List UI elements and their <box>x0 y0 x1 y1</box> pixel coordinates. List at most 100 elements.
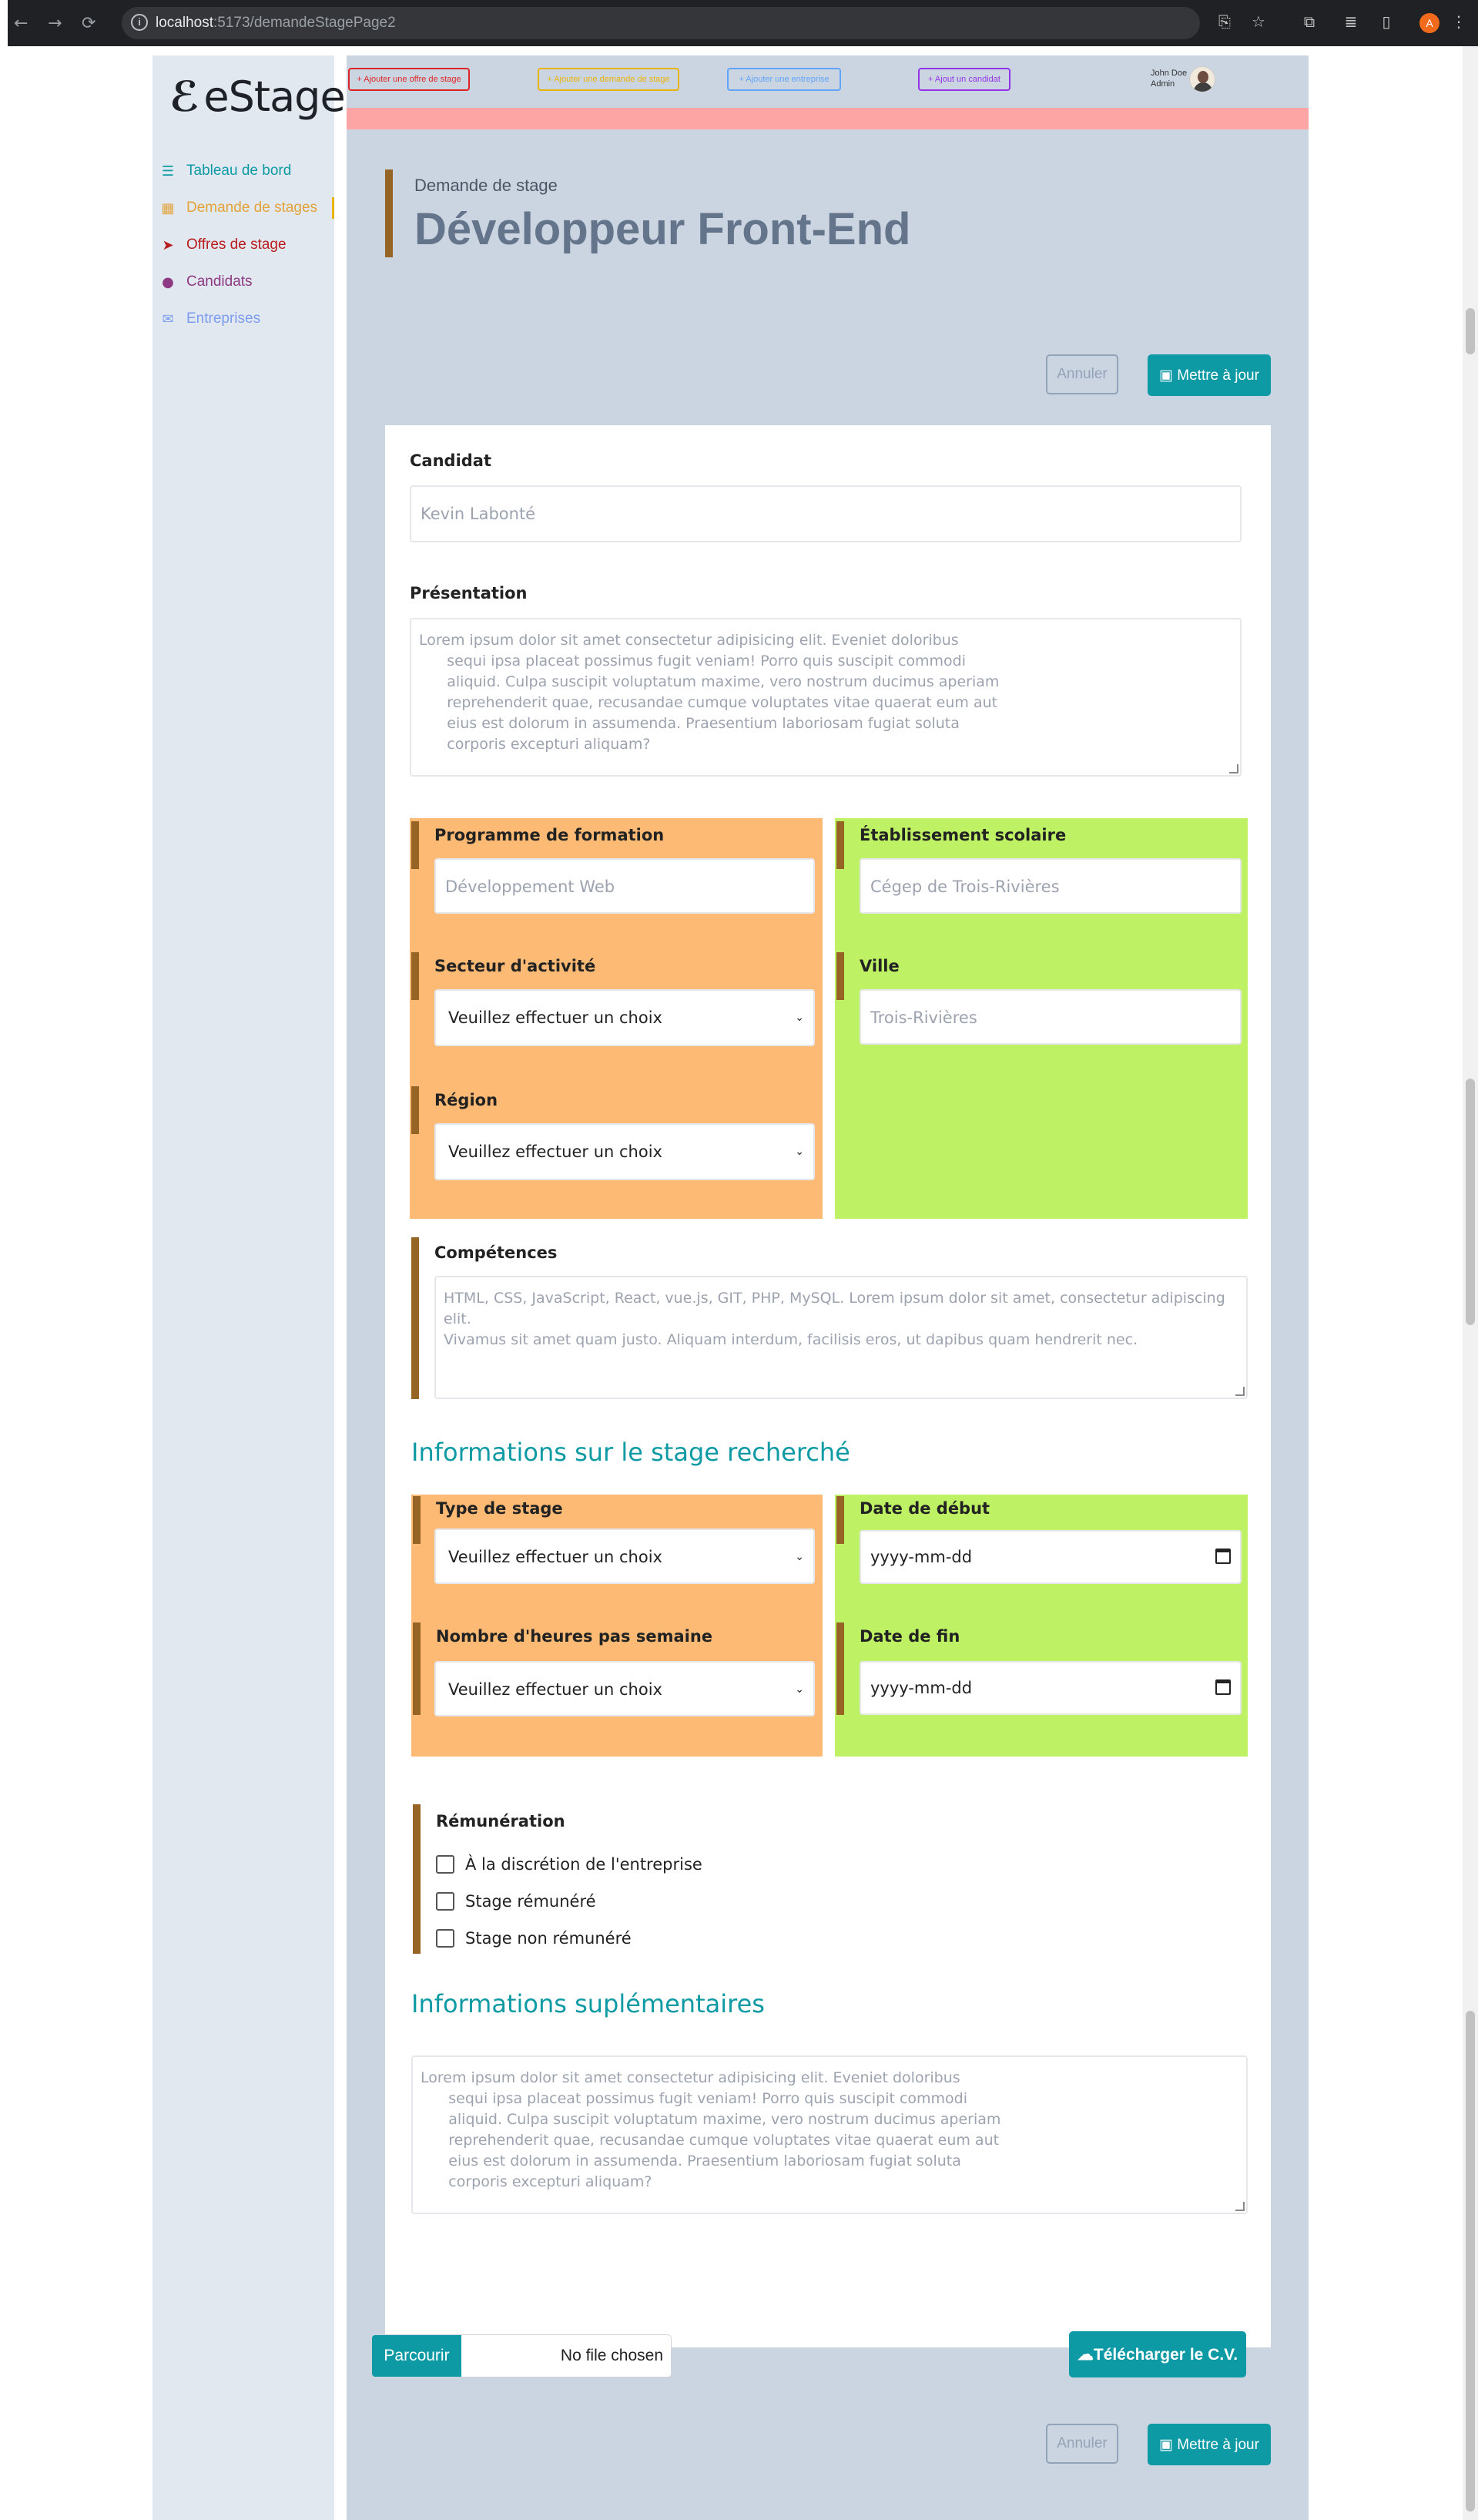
side-panel-icon[interactable]: ▯ <box>1376 11 1397 32</box>
forward-icon[interactable]: → <box>48 14 62 33</box>
extensions-icon[interactable]: ⧉ <box>1299 11 1320 32</box>
sidebar-item-tableau-de-bord[interactable]: ☰ Tableau de bord <box>152 153 334 190</box>
site-info-icon[interactable]: i <box>131 14 148 31</box>
checkbox[interactable] <box>436 1929 454 1948</box>
sidebar-item-offres-de-stage[interactable]: ➤ Offres de stage <box>152 226 334 263</box>
cv-file-input[interactable]: Parcourir No file chosen <box>371 2334 672 2377</box>
resize-grip-icon[interactable] <box>1235 2202 1245 2211</box>
candidat-input[interactable]: Kevin Labonté <box>410 485 1242 542</box>
option-label: Stage non rémunéré <box>465 1929 632 1948</box>
logo[interactable]: ℰeStage <box>169 72 346 121</box>
logo-mark-icon: ℰ <box>169 72 199 121</box>
secteur-select[interactable]: Veuillez effectuer un choix ⌄ <box>434 989 815 1046</box>
address-bar[interactable]: i localhost:5173/demandeStagePage2 <box>122 7 1200 39</box>
programme-label: Programme de formation <box>434 826 665 844</box>
ville-label: Ville <box>860 957 900 975</box>
scroll-thumb[interactable] <box>1466 1079 1475 1325</box>
resize-grip-icon[interactable] <box>1235 1387 1245 1396</box>
cancel-button[interactable]: Annuler <box>1046 354 1118 394</box>
calendar-icon[interactable] <box>1215 1679 1231 1695</box>
date-fin-value: yyyy-mm-dd <box>870 1679 973 1697</box>
checkbox[interactable] <box>436 1855 454 1874</box>
heures-select[interactable]: Veuillez effectuer un choix ⌄ <box>434 1661 815 1716</box>
sidebar-item-demande-de-stages[interactable]: ▦ Demande de stages <box>152 190 334 226</box>
date-debut-input[interactable]: yyyy-mm-dd <box>860 1530 1242 1584</box>
competences-text: HTML, CSS, JavaScript, React, vue.js, GI… <box>444 1290 1225 1348</box>
user-name: John Doe <box>1151 69 1188 78</box>
page-scrollbar[interactable] <box>1463 46 1478 2520</box>
supp-text: Lorem ipsum dolor sit amet consectetur a… <box>421 2069 1001 2190</box>
accent-bar <box>836 1622 844 1715</box>
type-select[interactable]: Veuillez effectuer un choix ⌄ <box>434 1528 815 1584</box>
supp-textarea[interactable]: Lorem ipsum dolor sit amet consectetur a… <box>411 2055 1248 2214</box>
remuneration-option-discretion[interactable]: À la discrétion de l'entreprise <box>436 1855 702 1874</box>
back-icon[interactable]: ← <box>14 14 28 33</box>
user-role: Admin <box>1151 79 1175 89</box>
etablissement-input[interactable]: Cégep de Trois-Rivières <box>860 858 1242 914</box>
date-fin-input[interactable]: yyyy-mm-dd <box>860 1661 1242 1715</box>
chevron-down-icon: ⌄ <box>795 1551 804 1563</box>
scroll-thumb[interactable] <box>1466 2011 1475 2512</box>
sidebar-item-label: Demande de stages <box>186 200 318 216</box>
presentation-text: Lorem ipsum dolor sit amet consectetur a… <box>419 632 1000 753</box>
sidebar: ℰeStage ☰ Tableau de bord ▦ Demande de s… <box>152 55 346 2520</box>
translate-icon[interactable]: ⎘ <box>1214 11 1235 32</box>
add-company-button[interactable]: + Ajouter une entreprise <box>727 68 841 91</box>
reload-icon[interactable]: ⟳ <box>82 14 96 33</box>
more-menu-icon[interactable]: ⋮ <box>1448 11 1470 32</box>
presentation-textarea[interactable]: Lorem ipsum dolor sit amet consectetur a… <box>410 618 1242 777</box>
user-info[interactable]: John Doe Admin <box>1151 68 1187 89</box>
sidebar-item-label: Entreprises <box>186 310 261 327</box>
candidat-label: Candidat <box>410 451 492 470</box>
url-text: localhost:5173/demandeStagePage2 <box>156 15 396 31</box>
media-icon[interactable]: ≣ <box>1340 11 1362 32</box>
region-label: Région <box>434 1091 498 1109</box>
accent-bar <box>411 952 419 1000</box>
remuneration-option-paid[interactable]: Stage rémunéré <box>436 1892 596 1911</box>
chevron-down-icon: ⌄ <box>795 1146 804 1158</box>
resize-grip-icon[interactable] <box>1229 764 1238 773</box>
secteur-label: Secteur d'activité <box>434 957 596 975</box>
accent-bar <box>836 1496 844 1544</box>
update-button-bottom[interactable]: ▣ Mettre à jour <box>1148 2424 1271 2465</box>
ville-input[interactable]: Trois-Rivières <box>860 989 1242 1045</box>
bookmark-star-icon[interactable]: ☆ <box>1248 11 1269 32</box>
remuneration-label: Rémunération <box>436 1812 565 1830</box>
download-cv-button[interactable]: ☁Télécharger le C.V. <box>1069 2331 1246 2377</box>
avatar[interactable] <box>1189 66 1215 92</box>
form-card: Candidat Kevin Labonté Présentation Lore… <box>385 425 1271 2347</box>
competences-textarea[interactable]: HTML, CSS, JavaScript, React, vue.js, GI… <box>434 1276 1248 1399</box>
accent-bar <box>411 821 419 869</box>
programme-input[interactable]: Développement Web <box>434 858 815 914</box>
update-button[interactable]: ▣ Mettre à jour <box>1148 354 1271 396</box>
sidebar-item-candidats[interactable]: ● Candidats <box>152 263 334 300</box>
remuneration-option-unpaid[interactable]: Stage non rémunéré <box>436 1929 632 1948</box>
add-offer-button[interactable]: + Ajouter une offre de stage <box>348 68 470 91</box>
add-candidate-button[interactable]: + Ajout un candidat <box>918 68 1010 91</box>
etablissement-label: Établissement scolaire <box>860 826 1067 844</box>
heures-label: Nombre d'heures pas semaine <box>436 1627 713 1646</box>
checkbox[interactable] <box>436 1892 454 1911</box>
calendar-icon[interactable] <box>1215 1549 1231 1564</box>
cancel-button-bottom[interactable]: Annuler <box>1046 2424 1118 2464</box>
sidebar-item-entreprises[interactable]: ✉ Entreprises <box>152 300 334 337</box>
download-cv-label: Télécharger le C.V. <box>1093 2345 1238 2364</box>
browse-button[interactable]: Parcourir <box>372 2335 461 2377</box>
sidebar-item-label: Candidats <box>186 273 253 290</box>
accent-bar <box>836 952 844 1000</box>
option-label: Stage rémunéré <box>465 1892 596 1911</box>
browser-toolbar: ← → ⟳ i localhost:5173/demandeStagePage2… <box>8 0 1478 46</box>
list-icon: ☰ <box>161 163 175 180</box>
add-request-button[interactable]: + Ajouter une demande de stage <box>538 68 679 91</box>
option-label: À la discrétion de l'entreprise <box>465 1855 702 1874</box>
region-select[interactable]: Veuillez effectuer un choix ⌄ <box>434 1123 815 1180</box>
chevron-down-icon: ⌄ <box>795 1012 804 1024</box>
sidebar-item-label: Tableau de bord <box>186 163 292 179</box>
calendar-icon: ▦ <box>161 200 175 216</box>
page-subtitle: Demande de stage <box>414 176 558 195</box>
date-debut-label: Date de début <box>860 1499 990 1518</box>
region-value: Veuillez effectuer un choix <box>448 1143 662 1161</box>
profile-avatar[interactable]: A <box>1419 13 1439 33</box>
scroll-thumb[interactable] <box>1466 308 1475 354</box>
user-icon: ● <box>162 273 174 290</box>
